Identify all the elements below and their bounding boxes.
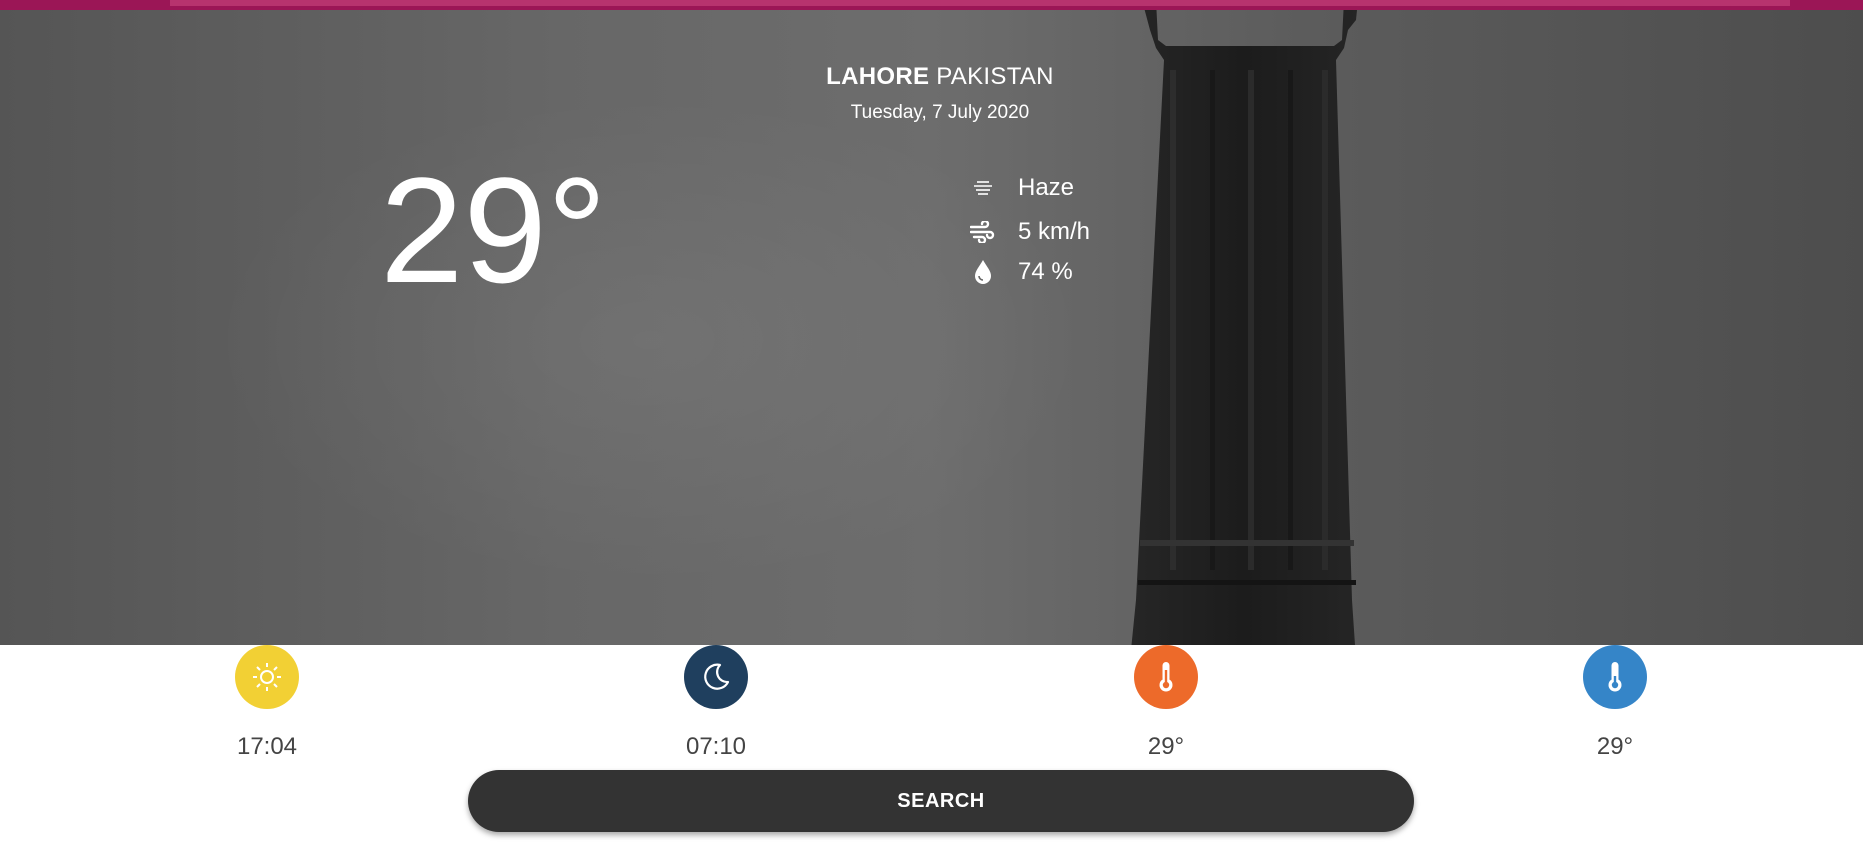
wind-row: 5 km/h: [968, 217, 1090, 247]
condition-label: Haze: [1018, 174, 1075, 201]
country-name: PAKISTAN: [936, 63, 1054, 90]
current-temperature: 29°: [380, 146, 607, 314]
top-bar-accent: [170, 0, 1790, 6]
sun-icon: [235, 645, 299, 709]
min-temp: 29°: [1596, 733, 1634, 760]
sunrise-stat: 17:04: [207, 645, 327, 761]
wind-icon: [968, 217, 998, 247]
hero-background: LAHORE PAKISTAN Tuesday, 7 July 2020 29°…: [0, 10, 1863, 645]
max-temp-stat: 29°: [1106, 645, 1226, 761]
city-name: LAHORE: [826, 63, 930, 90]
location-title: LAHORE PAKISTAN: [0, 63, 1863, 91]
haze-icon: [968, 173, 998, 203]
thermometer-cold-icon: [1583, 645, 1647, 709]
top-bar: [0, 0, 1863, 10]
current-date: Tuesday, 7 July 2020: [850, 102, 1030, 123]
moon-icon: [684, 645, 748, 709]
sunrise-time: 17:04: [236, 733, 298, 760]
hero-glow: [200, 90, 1100, 590]
sunset-stat: 07:10: [656, 645, 776, 761]
droplet-icon: [968, 257, 998, 287]
wind-speed: 5 km/h: [1018, 218, 1091, 245]
condition-row: Haze: [968, 173, 1074, 203]
max-temp: 29°: [1147, 733, 1185, 760]
humidity-value: 74 %: [1018, 258, 1073, 285]
sunset-time: 07:10: [685, 733, 747, 760]
stats-row: 17:04 07:10 29° 29°: [0, 645, 1863, 765]
humidity-row: 74 %: [968, 257, 1073, 287]
thermometer-hot-icon: [1134, 645, 1198, 709]
min-temp-stat: 29°: [1555, 645, 1675, 761]
search-button[interactable]: SEARCH: [468, 770, 1414, 832]
